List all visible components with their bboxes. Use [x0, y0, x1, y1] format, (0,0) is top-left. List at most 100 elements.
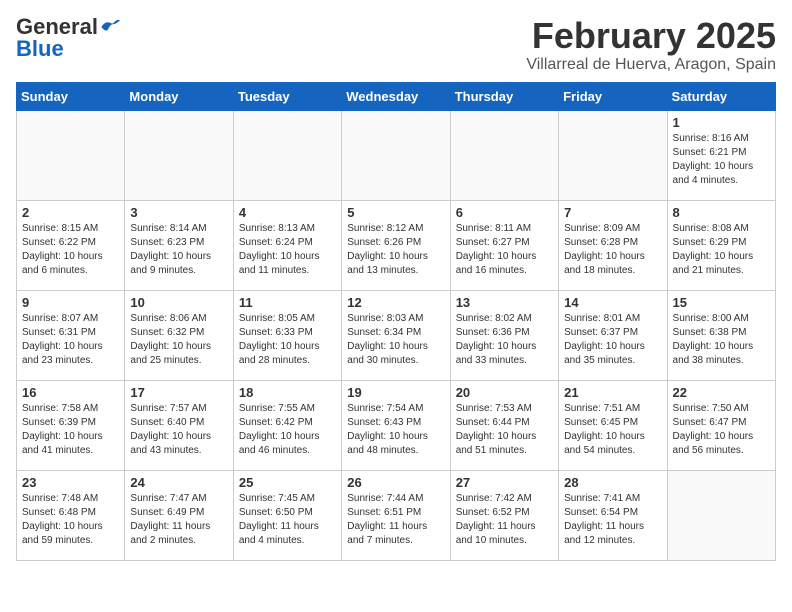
calendar-cell: 6Sunrise: 8:11 AM Sunset: 6:27 PM Daylig…: [450, 200, 558, 290]
day-info: Sunrise: 7:50 AM Sunset: 6:47 PM Dayligh…: [673, 402, 770, 458]
calendar-cell: [667, 470, 775, 560]
day-info: Sunrise: 8:00 AM Sunset: 6:38 PM Dayligh…: [673, 312, 770, 368]
day-number: 3: [130, 205, 227, 220]
day-number: 8: [673, 205, 770, 220]
calendar-cell: 9Sunrise: 8:07 AM Sunset: 6:31 PM Daylig…: [17, 290, 125, 380]
day-number: 10: [130, 295, 227, 310]
day-number: 2: [22, 205, 119, 220]
day-number: 4: [239, 205, 336, 220]
calendar-cell: 19 Sunrise: 7:54 AM Sunset: 6:43 PM Dayli…: [342, 380, 450, 470]
day-info: Sunrise: 8:02 AM Sunset: 6:36 PM Dayligh…: [456, 312, 553, 368]
calendar-cell: 2 Sunrise: 8:15 AM Sunset: 6:22 PM Daylig…: [17, 200, 125, 290]
calendar-cell: 8 Sunrise: 8:08 AM Sunset: 6:29 PM Daylig…: [667, 200, 775, 290]
column-header-monday: Monday: [125, 82, 233, 110]
calendar-cell: 14Sunrise: 8:01 AM Sunset: 6:37 PM Dayli…: [559, 290, 667, 380]
calendar-cell: [17, 110, 125, 200]
calendar-cell: 7 Sunrise: 8:09 AM Sunset: 6:28 PM Daylig…: [559, 200, 667, 290]
month-title: February 2025: [526, 16, 776, 56]
day-number: 20: [456, 385, 553, 400]
page-header: General Blue February 2025 Villarreal de…: [16, 16, 776, 74]
day-number: 7: [564, 205, 661, 220]
logo: General Blue: [16, 16, 120, 60]
calendar-cell: 25 Sunrise: 7:45 AM Sunset: 6:50 PM Dayli…: [233, 470, 341, 560]
calendar-cell: [233, 110, 341, 200]
day-number: 6: [456, 205, 553, 220]
day-info: Sunrise: 7:55 AM Sunset: 6:42 PM Dayligh…: [239, 402, 336, 458]
day-number: 25: [239, 475, 336, 490]
day-info: Sunrise: 7:58 AM Sunset: 6:39 PM Dayligh…: [22, 402, 119, 458]
calendar-cell: 18 Sunrise: 7:55 AM Sunset: 6:42 PM Dayli…: [233, 380, 341, 470]
day-info: Sunrise: 8:05 AM Sunset: 6:33 PM Dayligh…: [239, 312, 336, 368]
day-info: Sunrise: 8:07 AM Sunset: 6:31 PM Dayligh…: [22, 312, 119, 368]
calendar-cell: 13Sunrise: 8:02 AM Sunset: 6:36 PM Dayli…: [450, 290, 558, 380]
calendar-week-row: 1 Sunrise: 8:16 AM Sunset: 6:21 PM Daylig…: [17, 110, 776, 200]
calendar-cell: [342, 110, 450, 200]
day-number: 15: [673, 295, 770, 310]
day-number: 26: [347, 475, 444, 490]
day-info: Sunrise: 8:03 AM Sunset: 6:34 PM Dayligh…: [347, 312, 444, 368]
calendar-cell: 17 Sunrise: 7:57 AM Sunset: 6:40 PM Dayli…: [125, 380, 233, 470]
column-header-wednesday: Wednesday: [342, 82, 450, 110]
logo-general: General: [16, 16, 98, 38]
day-info: Sunrise: 8:15 AM Sunset: 6:22 PM Dayligh…: [22, 222, 119, 278]
calendar-cell: 21Sunrise: 7:51 AM Sunset: 6:45 PM Dayli…: [559, 380, 667, 470]
day-info: Sunrise: 8:09 AM Sunset: 6:28 PM Dayligh…: [564, 222, 661, 278]
calendar-cell: 4Sunrise: 8:13 AM Sunset: 6:24 PM Daylig…: [233, 200, 341, 290]
day-info: Sunrise: 7:41 AM Sunset: 6:54 PM Dayligh…: [564, 492, 661, 548]
day-info: Sunrise: 7:47 AM Sunset: 6:49 PM Dayligh…: [130, 492, 227, 548]
calendar-cell: [125, 110, 233, 200]
day-info: Sunrise: 8:16 AM Sunset: 6:21 PM Dayligh…: [673, 132, 770, 188]
calendar-cell: [450, 110, 558, 200]
location-title: Villarreal de Huerva, Aragon, Spain: [526, 56, 776, 74]
calendar-cell: 5Sunrise: 8:12 AM Sunset: 6:26 PM Daylig…: [342, 200, 450, 290]
calendar-cell: 12 Sunrise: 8:03 AM Sunset: 6:34 PM Dayli…: [342, 290, 450, 380]
calendar-week-row: 16Sunrise: 7:58 AM Sunset: 6:39 PM Dayli…: [17, 380, 776, 470]
calendar-cell: 10 Sunrise: 8:06 AM Sunset: 6:32 PM Dayli…: [125, 290, 233, 380]
day-info: Sunrise: 7:44 AM Sunset: 6:51 PM Dayligh…: [347, 492, 444, 548]
calendar-cell: 28 Sunrise: 7:41 AM Sunset: 6:54 PM Dayli…: [559, 470, 667, 560]
calendar-cell: 3 Sunrise: 8:14 AM Sunset: 6:23 PM Daylig…: [125, 200, 233, 290]
calendar-cell: 23Sunrise: 7:48 AM Sunset: 6:48 PM Dayli…: [17, 470, 125, 560]
calendar-cell: 1 Sunrise: 8:16 AM Sunset: 6:21 PM Daylig…: [667, 110, 775, 200]
calendar-cell: 22 Sunrise: 7:50 AM Sunset: 6:47 PM Dayli…: [667, 380, 775, 470]
day-number: 1: [673, 115, 770, 130]
day-number: 24: [130, 475, 227, 490]
day-number: 5: [347, 205, 444, 220]
calendar-week-row: 9Sunrise: 8:07 AM Sunset: 6:31 PM Daylig…: [17, 290, 776, 380]
calendar-header-row: SundayMondayTuesdayWednesdayThursdayFrid…: [17, 82, 776, 110]
day-info: Sunrise: 7:42 AM Sunset: 6:52 PM Dayligh…: [456, 492, 553, 548]
day-info: Sunrise: 7:45 AM Sunset: 6:50 PM Dayligh…: [239, 492, 336, 548]
day-info: Sunrise: 7:54 AM Sunset: 6:43 PM Dayligh…: [347, 402, 444, 458]
calendar-cell: 26 Sunrise: 7:44 AM Sunset: 6:51 PM Dayli…: [342, 470, 450, 560]
calendar-cell: 24 Sunrise: 7:47 AM Sunset: 6:49 PM Dayli…: [125, 470, 233, 560]
logo-bird-icon: [100, 19, 120, 35]
day-info: Sunrise: 7:51 AM Sunset: 6:45 PM Dayligh…: [564, 402, 661, 458]
day-number: 27: [456, 475, 553, 490]
column-header-thursday: Thursday: [450, 82, 558, 110]
day-info: Sunrise: 8:08 AM Sunset: 6:29 PM Dayligh…: [673, 222, 770, 278]
logo-blue: Blue: [16, 38, 64, 60]
calendar-cell: 15 Sunrise: 8:00 AM Sunset: 6:38 PM Dayli…: [667, 290, 775, 380]
day-number: 12: [347, 295, 444, 310]
column-header-saturday: Saturday: [667, 82, 775, 110]
day-number: 28: [564, 475, 661, 490]
day-info: Sunrise: 7:53 AM Sunset: 6:44 PM Dayligh…: [456, 402, 553, 458]
column-header-tuesday: Tuesday: [233, 82, 341, 110]
column-header-friday: Friday: [559, 82, 667, 110]
calendar-cell: [559, 110, 667, 200]
calendar-cell: 11 Sunrise: 8:05 AM Sunset: 6:33 PM Dayli…: [233, 290, 341, 380]
day-number: 17: [130, 385, 227, 400]
day-number: 11: [239, 295, 336, 310]
day-info: Sunrise: 8:14 AM Sunset: 6:23 PM Dayligh…: [130, 222, 227, 278]
calendar-week-row: 2 Sunrise: 8:15 AM Sunset: 6:22 PM Daylig…: [17, 200, 776, 290]
day-number: 22: [673, 385, 770, 400]
day-info: Sunrise: 7:48 AM Sunset: 6:48 PM Dayligh…: [22, 492, 119, 548]
day-info: Sunrise: 8:06 AM Sunset: 6:32 PM Dayligh…: [130, 312, 227, 368]
day-info: Sunrise: 8:01 AM Sunset: 6:37 PM Dayligh…: [564, 312, 661, 368]
day-info: Sunrise: 7:57 AM Sunset: 6:40 PM Dayligh…: [130, 402, 227, 458]
column-header-sunday: Sunday: [17, 82, 125, 110]
title-section: February 2025 Villarreal de Huerva, Arag…: [526, 16, 776, 74]
day-number: 19: [347, 385, 444, 400]
calendar-cell: 27 Sunrise: 7:42 AM Sunset: 6:52 PM Dayli…: [450, 470, 558, 560]
day-number: 18: [239, 385, 336, 400]
